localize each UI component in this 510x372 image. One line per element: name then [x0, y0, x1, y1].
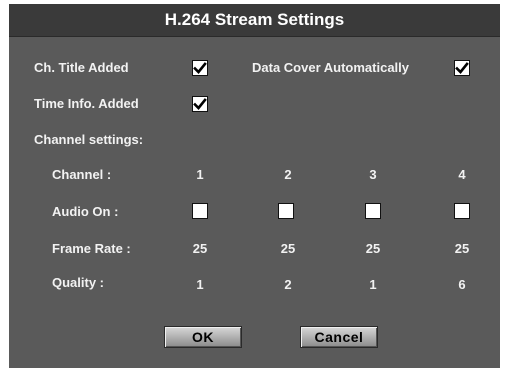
- channel-1-quality[interactable]: 1: [185, 277, 215, 292]
- channel-3-audio-checkbox[interactable]: [365, 203, 381, 219]
- checkmark-icon: [455, 62, 469, 74]
- channel-1-frame-rate[interactable]: 25: [185, 241, 215, 256]
- channel-settings-heading: Channel settings:: [34, 132, 144, 147]
- channel-4-quality[interactable]: 6: [447, 277, 477, 292]
- channel-2-quality[interactable]: 2: [273, 277, 303, 292]
- cancel-button[interactable]: Cancel: [300, 326, 378, 348]
- stream-settings-dialog: H.264 Stream Settings Ch. Title Added Da…: [9, 4, 500, 368]
- dialog-titlebar: H.264 Stream Settings: [9, 4, 500, 37]
- channel-2-audio-checkbox[interactable]: [278, 203, 294, 219]
- time-info-added-checkbox[interactable]: [192, 96, 208, 112]
- channel-3-frame-rate[interactable]: 25: [358, 241, 388, 256]
- channel-1-audio-checkbox[interactable]: [192, 203, 208, 219]
- checkmark-icon: [193, 62, 207, 74]
- channel-1-number: 1: [196, 167, 204, 182]
- quality-row-label: Quality :: [52, 275, 105, 290]
- ch-title-added-label: Ch. Title Added: [34, 60, 129, 75]
- channel-4-frame-rate[interactable]: 25: [447, 241, 477, 256]
- ok-button[interactable]: OK: [164, 326, 242, 348]
- channel-4-audio-checkbox[interactable]: [454, 203, 470, 219]
- checkmark-icon: [193, 98, 207, 110]
- channel-3-quality[interactable]: 1: [358, 277, 388, 292]
- channel-4-number: 4: [458, 167, 466, 182]
- data-cover-automatically-checkbox[interactable]: [454, 60, 470, 76]
- audio-on-row-label: Audio On :: [52, 204, 119, 219]
- ch-title-added-checkbox[interactable]: [192, 60, 208, 76]
- channel-row-label: Channel :: [52, 167, 112, 182]
- frame-rate-row-label: Frame Rate :: [52, 241, 131, 256]
- channel-2-frame-rate[interactable]: 25: [273, 241, 303, 256]
- channel-3-number: 3: [369, 167, 377, 182]
- time-info-added-label: Time Info. Added: [34, 96, 139, 111]
- data-cover-automatically-label: Data Cover Automatically: [252, 60, 410, 75]
- channel-2-number: 2: [284, 167, 292, 182]
- dialog-title: H.264 Stream Settings: [164, 10, 345, 29]
